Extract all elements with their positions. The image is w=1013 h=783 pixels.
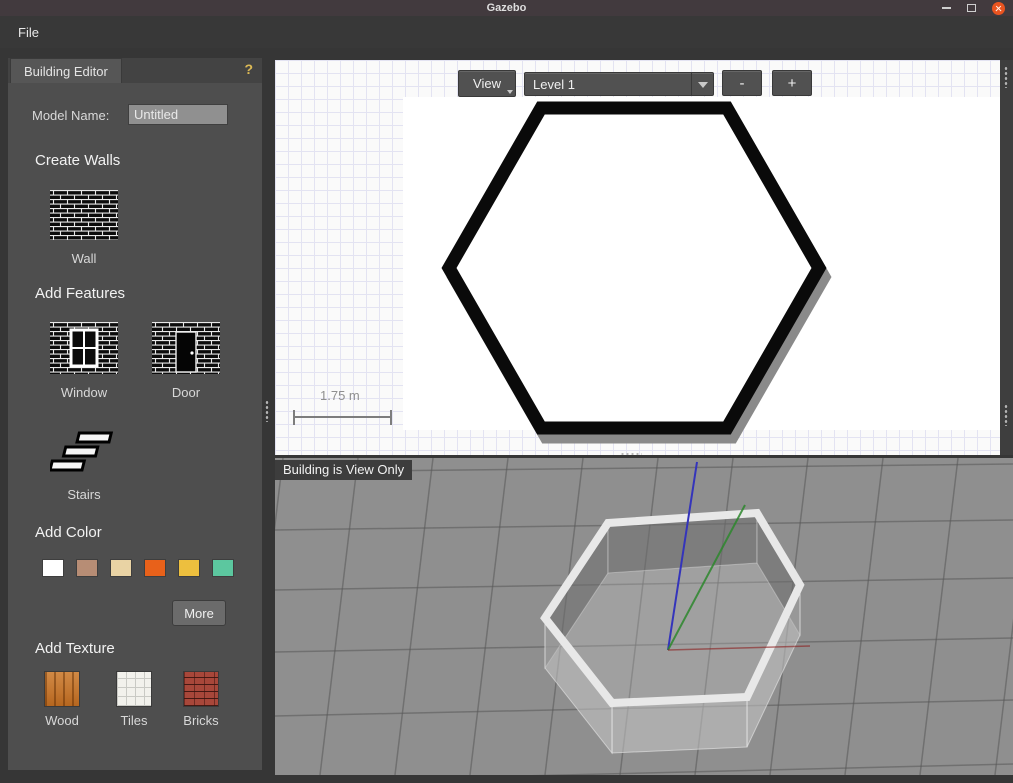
- panel-tab-bar: Building Editor ?: [8, 58, 262, 83]
- window-tool[interactable]: Window: [50, 322, 118, 400]
- zoom-out-button[interactable]: -: [722, 70, 762, 96]
- 3d-viewport[interactable]: Building is View Only: [275, 458, 1013, 775]
- door-tool-label: Door: [152, 385, 220, 400]
- level-selector-value: Level 1: [533, 77, 575, 92]
- help-icon[interactable]: ?: [244, 61, 253, 77]
- 3d-building-model: [545, 513, 800, 753]
- color-swatch-orange[interactable]: [144, 559, 166, 577]
- 3d-scene: [275, 458, 1013, 775]
- close-icon[interactable]: [992, 2, 1005, 15]
- stairs-icon: [50, 430, 118, 476]
- wall-icon: [50, 190, 118, 240]
- texture-wood[interactable]: Wood: [40, 671, 84, 728]
- wall-tool-label: Wall: [50, 251, 118, 266]
- window-icon: [50, 322, 118, 374]
- wood-texture-thumb: [44, 671, 80, 707]
- bricks-texture-label: Bricks: [179, 713, 223, 728]
- chevron-down-icon: [691, 73, 713, 95]
- tiles-texture-label: Tiles: [112, 713, 156, 728]
- model-name-input[interactable]: [128, 104, 228, 125]
- titlebar[interactable]: Gazebo: [0, 0, 1013, 16]
- view-only-overlay: Building is View Only: [275, 460, 412, 480]
- splitter-handle[interactable]: [620, 452, 642, 456]
- door-tool[interactable]: Door: [152, 322, 220, 400]
- color-swatch-beige[interactable]: [110, 559, 132, 577]
- splitter-handle[interactable]: [1004, 66, 1008, 88]
- scale-ruler: [293, 410, 392, 425]
- view-button-label: View: [473, 76, 501, 91]
- chevron-down-icon: [507, 90, 513, 94]
- menu-file[interactable]: File: [8, 21, 49, 44]
- texture-bricks[interactable]: Bricks: [179, 671, 223, 728]
- bricks-texture-thumb: [183, 671, 219, 707]
- section-create-walls: Create Walls: [35, 152, 120, 169]
- zoom-in-button[interactable]: +: [772, 70, 812, 96]
- maximize-icon[interactable]: [967, 4, 976, 12]
- wood-texture-label: Wood: [40, 713, 84, 728]
- view-menu-button[interactable]: View: [458, 70, 516, 97]
- level-selector[interactable]: Level 1: [524, 72, 714, 96]
- wall-tool[interactable]: Wall: [50, 190, 118, 266]
- menubar: File: [0, 16, 1013, 48]
- section-add-features: Add Features: [35, 285, 125, 302]
- stairs-tool-label: Stairs: [50, 487, 118, 502]
- building-editor-panel: Building Editor ? Model Name: Create Wal…: [8, 58, 262, 770]
- door-icon: [152, 322, 220, 374]
- tiles-texture-thumb: [116, 671, 152, 707]
- tab-building-editor[interactable]: Building Editor: [10, 58, 122, 83]
- gazebo-window: Gazebo File Building Editor ? Model Name…: [0, 0, 1013, 783]
- section-add-color: Add Color: [35, 524, 102, 541]
- texture-tiles[interactable]: Tiles: [112, 671, 156, 728]
- window-tool-label: Window: [50, 385, 118, 400]
- window-title: Gazebo: [487, 2, 527, 14]
- minimize-icon[interactable]: [942, 7, 951, 9]
- right-scroll-strip[interactable]: [1000, 60, 1013, 455]
- color-swatch-amber[interactable]: [178, 559, 200, 577]
- scale-label: 1.75 m: [320, 388, 360, 403]
- color-swatch-tan[interactable]: [76, 559, 98, 577]
- color-swatch-teal[interactable]: [212, 559, 234, 577]
- stairs-tool[interactable]: Stairs: [50, 430, 118, 502]
- window-controls: [942, 0, 1005, 16]
- 2d-editor-view[interactable]: View Level 1 - + 1.75 m: [275, 60, 1000, 455]
- splitter-handle[interactable]: [265, 400, 269, 422]
- section-add-texture: Add Texture: [35, 640, 115, 657]
- splitter-handle[interactable]: [1004, 404, 1008, 426]
- 2d-drawing-canvas[interactable]: [403, 97, 1000, 430]
- color-swatch-white[interactable]: [42, 559, 64, 577]
- model-name-label: Model Name:: [32, 108, 109, 123]
- more-colors-button[interactable]: More: [172, 600, 226, 626]
